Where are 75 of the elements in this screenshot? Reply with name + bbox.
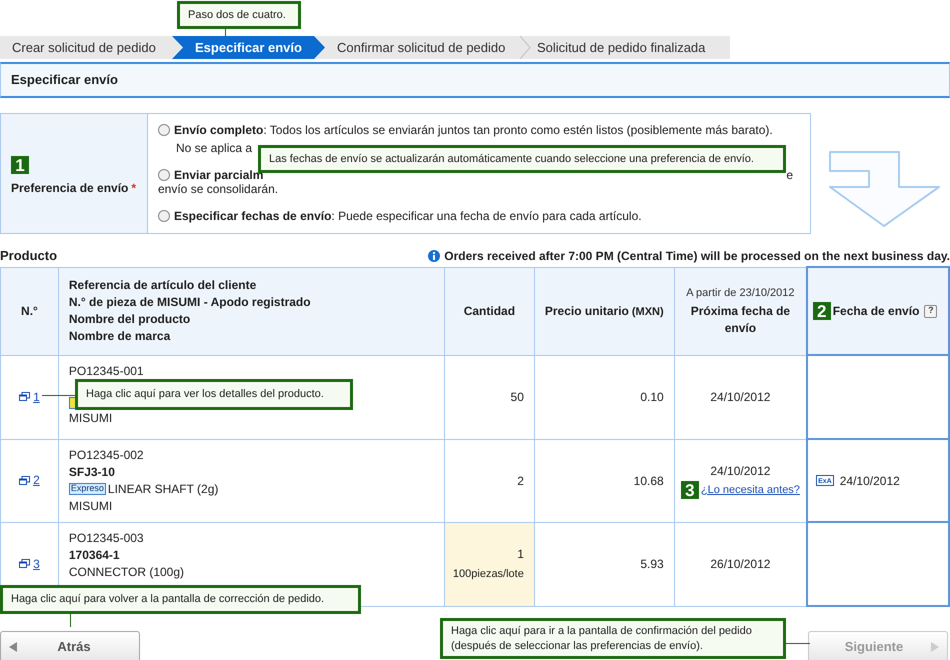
- callout: Haga clic aquí para volver a la pantalla de corrección de pedido.: [0, 585, 361, 614]
- window-icon: [19, 559, 30, 568]
- window-icon: [19, 476, 30, 485]
- step-number-badge: 3: [680, 481, 699, 499]
- progress-step: Confirmar solicitud de pedido: [325, 36, 525, 59]
- product-link[interactable]: 2: [19, 471, 40, 490]
- header-line: Precio unitario: [544, 304, 629, 318]
- brand-name: MISUMI: [68, 498, 114, 514]
- info-icon: [428, 250, 440, 262]
- price-cell: 5.93: [534, 522, 674, 606]
- field-label: Preferencia de envío: [11, 180, 128, 197]
- reference-text: PO12345-001: [68, 362, 145, 378]
- unit-label: (MXN): [632, 306, 664, 318]
- radio-button[interactable]: [158, 169, 170, 181]
- callout: Las fechas de envío se actualizarán automáticamente cuando seleccione una preferencia de envío.: [258, 145, 786, 173]
- leader-line: [70, 614, 71, 627]
- radio-button[interactable]: [158, 210, 170, 222]
- progress-step: Crear solicitud de pedido: [0, 36, 172, 59]
- header-note: A partir de 23/10/2012: [685, 286, 796, 301]
- progress-step: Especificar envío: [172, 36, 325, 59]
- reference-text: PO12345-002: [68, 446, 145, 462]
- date-text: 24/10/2012: [709, 389, 772, 406]
- option-text: Envío completo: Todos los artículos se enviarán juntos tan pronto como estén listos (posiblemente más barato).: [174, 122, 773, 138]
- lot-size: 100piezas/lote: [452, 567, 524, 582]
- date-text: 24/10/2012: [709, 463, 772, 480]
- price-cell: 0.10: [534, 355, 674, 439]
- callout: Haga clic aquí para ir a la pantalla de confirmación del pedido (después de seleccionar las preferencias de envío).: [440, 618, 786, 659]
- date-text: 24/10/2012: [840, 472, 900, 490]
- leader-line: [786, 643, 810, 644]
- product-link[interactable]: 3: [19, 554, 40, 573]
- table-title: Producto: [0, 246, 58, 264]
- left-triangle-icon: [9, 642, 17, 652]
- quantity-cell: 2: [444, 439, 534, 522]
- header-line: Fecha de envío: [832, 303, 920, 320]
- back-button[interactable]: Atrás: [0, 631, 140, 660]
- column-header: N.°: [0, 267, 58, 355]
- part-number: 170364-1: [68, 546, 121, 562]
- price-cell: 10.68: [534, 439, 674, 522]
- part-number: SFJ3-10: [68, 464, 116, 480]
- down-arrow-icon: [829, 151, 941, 227]
- notice-text: Orders received after 7:00 PM (Central Time) will be processed on the next business day.: [444, 248, 950, 265]
- header-line: Próxima fecha de envío: [690, 303, 792, 338]
- help-button[interactable]: ?: [924, 304, 938, 318]
- brand-name: MISUMI: [68, 410, 114, 426]
- option-note: envío se consolidarán.: [158, 182, 280, 197]
- right-triangle-icon: [931, 642, 939, 652]
- progress-step: Solicitud de pedido finalizada: [525, 36, 730, 59]
- header-line: Nombre de marca: [68, 328, 172, 345]
- step-separator-icon: [519, 36, 531, 59]
- leader-line: [225, 29, 226, 37]
- callout: Paso dos de cuatro.: [177, 1, 301, 29]
- header-line: Referencia de artículo del cliente: [68, 277, 258, 294]
- date-text: 26/10/2012: [709, 556, 772, 573]
- header-line: Nombre del producto: [68, 311, 192, 328]
- product-link[interactable]: 1: [19, 388, 40, 406]
- step-number-badge: 1: [11, 156, 29, 174]
- quantity-value: 1: [516, 546, 524, 564]
- earlier-date-link[interactable]: ¿Lo necesita antes?: [700, 482, 800, 498]
- reference-text: PO12345-003: [68, 530, 145, 546]
- column-header: Cantidad: [444, 267, 534, 355]
- header-line: N.° de pieza de MISUMI - Apodo registrado: [68, 294, 312, 311]
- option-text: e: [786, 167, 793, 183]
- option-note: No se aplica a: [175, 140, 254, 156]
- step-number-badge: 2: [812, 302, 831, 320]
- option-text: Especificar fechas de envío: Puede especificar una fecha de envío para cada artículo.: [174, 208, 642, 224]
- leader-line: [42, 395, 75, 396]
- radio-button[interactable]: [158, 124, 170, 136]
- section-title: Especificar envío: [0, 62, 950, 98]
- window-icon: [19, 392, 30, 402]
- product-name: LINEAR SHAFT (2g): [108, 480, 218, 496]
- quantity-cell: 50: [444, 355, 534, 439]
- product-name: CONNECTOR (100g): [68, 564, 184, 580]
- express-badge: Expreso: [68, 482, 106, 494]
- callout: Haga clic aquí para ver los detalles del producto.: [75, 379, 353, 410]
- required-mark: *: [131, 180, 136, 197]
